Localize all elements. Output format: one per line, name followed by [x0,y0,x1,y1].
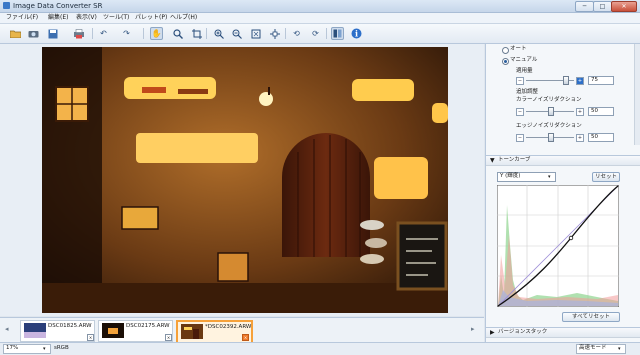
redo-icon[interactable]: ↷ [120,27,133,40]
menu-item[interactable]: ツール(T) [101,13,131,23]
image-preview-pane[interactable] [0,44,484,316]
edge-nr-value-field[interactable]: 50 [588,133,614,142]
toolbar-separator [92,28,93,39]
filmstrip-item[interactable]: DSC01825.ARW × [20,320,95,342]
amount-slider-thumb[interactable] [563,76,569,85]
filmstrip-filename: DSC02175.ARW [126,323,170,329]
amount-increase-button[interactable]: + [576,77,584,85]
filmstrip-prev-icon[interactable]: ◂ [5,325,9,333]
menu-item[interactable]: ヘルプ(H) [168,13,199,23]
zoom-out-icon[interactable] [230,27,243,40]
filmstrip-filename: DSC01825.ARW [48,323,92,329]
toolbar-separator [206,28,207,39]
magnifier-icon[interactable] [171,27,184,40]
status-bar: 17% ▾ sRGB 高速モード ▾ [0,342,640,355]
open-folder-icon[interactable] [9,27,22,40]
menu-item[interactable]: パレット(P) [133,13,169,23]
noise-manual-label: マニュアル [510,57,538,63]
tone-curve-reset-button[interactable]: リセット [592,172,620,182]
toolbar-separator [285,28,286,39]
tone-curve-header[interactable]: ▼ トーンカーブ [486,155,640,166]
window-title: Image Data Converter SR [13,2,103,10]
close-button[interactable]: ✕ [611,1,637,12]
edge-nr-decrease-button[interactable]: − [516,134,524,142]
title-bar: Image Data Converter SR ─ □ ✕ [0,0,640,13]
amount-decrease-button[interactable]: − [516,77,524,85]
version-stack-title: バージョンスタック [498,329,548,335]
color-nr-value-field[interactable]: 50 [588,107,614,116]
chevron-down-icon: ▾ [43,346,46,352]
edge-nr-label: エッジノイズリダクション [516,123,582,129]
detail-label: 追加調整 [516,89,539,95]
thumbnail [24,323,46,338]
edge-nr-increase-button[interactable]: + [576,134,584,142]
color-nr-increase-button[interactable]: + [576,108,584,116]
thumbnail [181,324,203,339]
remove-icon[interactable]: × [87,334,94,341]
compare-icon[interactable] [331,27,344,40]
colorspace-label: sRGB [54,345,69,351]
expand-arrow-icon[interactable]: ▶ [490,329,495,336]
menu-item[interactable]: ファイル(F) [4,13,40,23]
adjustment-panel: オート マニュアル 適用量 − + 75 追加調整 カラーノイズリダクション −… [485,44,640,342]
tone-curve-graph[interactable] [497,185,619,307]
toolbar: ↶ ↷ ✋ ⟲ ⟳ i [0,24,640,44]
camera-icon[interactable] [27,27,40,40]
amount-value-field[interactable]: 75 [588,76,614,85]
menu-item[interactable]: 表示(V) [74,13,99,23]
mode-value: 高速モード [579,345,607,351]
thumbnail [102,323,124,338]
panel-scrollbar[interactable] [634,44,640,145]
filmstrip-filename: *DSC02392.ARW [205,324,252,330]
photo-preview [42,47,448,313]
zoom-in-icon[interactable] [212,27,225,40]
zoom-value: 17% [6,345,19,351]
remove-icon[interactable]: × [242,334,249,341]
menu-bar: ファイル(F) 編集(E) 表示(V) ツール(T) パレット(P) ヘルプ(H) [0,13,640,24]
filmstrip: ◂ DSC01825.ARW × DSC02175.ARW × *DSC0239… [0,317,484,344]
zoom-select[interactable]: 17% ▾ [3,344,51,354]
rotate-left-icon[interactable]: ⟲ [290,27,303,40]
channel-select[interactable]: Y (輝度) ▾ [497,172,556,182]
toolbar-separator [143,28,144,39]
chevron-down-icon: ▾ [618,346,621,352]
chevron-down-icon: ▾ [548,174,551,180]
filmstrip-item-selected[interactable]: *DSC02392.ARW × [176,320,253,344]
print-icon[interactable] [72,27,85,40]
rotate-right-icon[interactable]: ⟳ [309,27,322,40]
svg-text:i: i [355,29,358,39]
color-nr-decrease-button[interactable]: − [516,108,524,116]
menu-item[interactable]: 編集(E) [46,13,70,23]
edge-nr-slider-thumb[interactable] [548,133,554,142]
color-nr-label: カラーノイズリダクション [516,97,582,103]
filmstrip-next-icon[interactable]: ▸ [471,325,475,333]
fit-icon[interactable] [249,27,262,40]
color-nr-slider-thumb[interactable] [548,107,554,116]
crop-icon[interactable] [190,27,203,40]
undo-icon[interactable]: ↶ [97,27,110,40]
noise-manual-radio[interactable] [502,58,509,65]
info-icon[interactable]: i [350,27,363,40]
reset-all-button[interactable]: すべてリセット [562,312,620,322]
noise-auto-radio[interactable] [502,47,509,54]
maximize-button[interactable]: □ [593,1,612,12]
app-icon [3,2,10,9]
version-stack-header[interactable]: ▶ バージョンスタック [486,327,640,338]
channel-select-value: Y (輝度) [500,173,521,179]
mode-select[interactable]: 高速モード ▾ [576,344,626,354]
save-icon[interactable] [46,27,59,40]
remove-icon[interactable]: × [165,334,172,341]
tone-curve-title: トーンカーブ [498,157,531,163]
actual-size-icon[interactable] [268,27,281,40]
amount-label: 適用量 [516,68,533,74]
toolbar-separator [326,28,327,39]
filmstrip-item[interactable]: DSC02175.ARW × [98,320,173,342]
noise-auto-label: オート [510,46,527,52]
hand-icon[interactable]: ✋ [150,27,163,40]
collapse-arrow-icon[interactable]: ▼ [490,157,495,164]
minimize-button[interactable]: ─ [575,1,594,12]
